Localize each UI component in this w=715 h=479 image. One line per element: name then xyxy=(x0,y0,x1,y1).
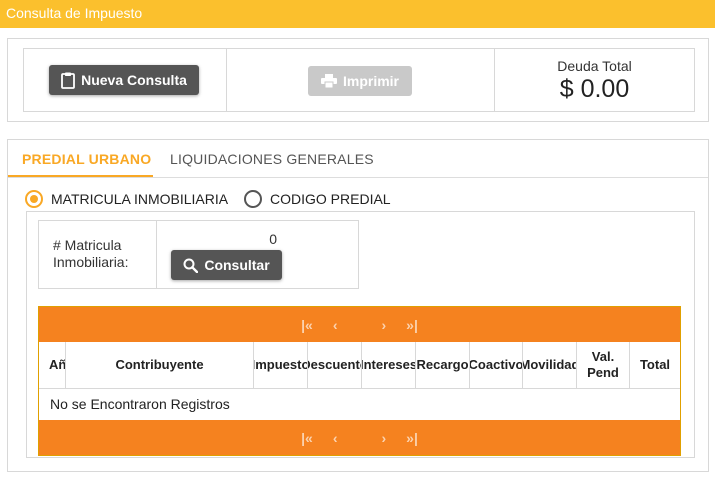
prev-page-icon[interactable]: ‹ xyxy=(333,430,338,446)
pager-bottom: |« ‹ › »| xyxy=(39,420,680,455)
debt-label: Deuda Total xyxy=(557,58,632,74)
search-field-cell: 0 Consultar xyxy=(157,221,358,288)
search-label: # Matricula Inmobiliaria: xyxy=(53,237,129,270)
print-cell: Imprimir xyxy=(226,49,494,111)
debt-cell: Deuda Total $ 0.00 xyxy=(494,49,694,111)
main-panel: PREDIAL URBANO LIQUIDACIONES GENERALES M… xyxy=(7,139,709,472)
radio-matricula[interactable]: MATRICULA INMOBILIARIA xyxy=(25,188,228,210)
debt-value: $ 0.00 xyxy=(559,75,630,103)
col-contribuyente[interactable]: Contribuyente xyxy=(66,342,254,388)
radio-codigo-label: CODIGO PREDIAL xyxy=(270,191,391,207)
col-val-pend[interactable]: Val. Pend xyxy=(577,342,630,388)
col-intereses[interactable]: Intereses xyxy=(362,342,416,388)
print-label: Imprimir xyxy=(342,73,399,89)
radio-checked-icon[interactable] xyxy=(25,190,43,208)
search-box: # Matricula Inmobiliaria: 0 Consultar xyxy=(38,220,359,289)
new-query-button[interactable]: Nueva Consulta xyxy=(49,65,199,95)
results-grid: |« ‹ › »| Año Contribuyente Impuesto Des… xyxy=(38,306,681,456)
col-ano[interactable]: Año xyxy=(39,342,66,388)
col-impuesto[interactable]: Impuesto xyxy=(254,342,308,388)
matricula-input[interactable]: 0 xyxy=(269,231,277,247)
first-page-icon[interactable]: |« xyxy=(301,317,313,333)
col-movilidad[interactable]: Movilidad xyxy=(523,342,577,388)
new-query-cell: Nueva Consulta xyxy=(24,49,226,111)
last-page-icon[interactable]: »| xyxy=(406,317,418,333)
col-total[interactable]: Total xyxy=(630,342,680,388)
next-page-icon[interactable]: › xyxy=(382,317,387,333)
consult-label: Consultar xyxy=(204,257,270,273)
prev-page-icon[interactable]: ‹ xyxy=(333,317,338,333)
next-page-icon[interactable]: › xyxy=(382,430,387,446)
col-coactivo[interactable]: Coactivo xyxy=(470,342,523,388)
search-label-cell: # Matricula Inmobiliaria: xyxy=(39,221,157,288)
radio-codigo-predial[interactable]: CODIGO PREDIAL xyxy=(244,188,391,210)
title-bar: Consulta de Impuesto xyxy=(0,0,715,28)
window-title: Consulta de Impuesto xyxy=(6,5,143,21)
table-header: Año Contribuyente Impuesto Descuento Int… xyxy=(39,342,680,389)
consult-button[interactable]: Consultar xyxy=(171,250,282,280)
active-tab-indicator xyxy=(8,175,153,177)
clipboard-icon xyxy=(61,72,75,89)
first-page-icon[interactable]: |« xyxy=(301,430,313,446)
summary-cells: Nueva Consulta Imprimir Deuda Total $ 0.… xyxy=(23,48,695,112)
last-page-icon[interactable]: »| xyxy=(406,430,418,446)
printer-icon xyxy=(320,74,337,88)
radio-unchecked-icon[interactable] xyxy=(244,190,262,208)
search-icon xyxy=(183,258,199,273)
results-area: # MatriculaInmobiliaria: 0 Consultar |« xyxy=(26,211,695,458)
empty-row: No se Encontraron Registros xyxy=(39,389,680,420)
empty-message: No se Encontraron Registros xyxy=(50,396,230,412)
col-descuento[interactable]: Descuento xyxy=(308,342,362,388)
summary-panel: Nueva Consulta Imprimir Deuda Total $ 0.… xyxy=(7,38,709,122)
new-query-label: Nueva Consulta xyxy=(81,72,187,88)
tab-liquidaciones-generales[interactable]: LIQUIDACIONES GENERALES xyxy=(170,151,374,167)
tab-predial-urbano[interactable]: PREDIAL URBANO xyxy=(22,151,151,167)
radio-matricula-label: MATRICULA INMOBILIARIA xyxy=(51,191,229,207)
col-recargo[interactable]: Recargo xyxy=(416,342,470,388)
print-button[interactable]: Imprimir xyxy=(308,66,412,96)
pager-top: |« ‹ › »| xyxy=(39,307,680,342)
tab-bar: PREDIAL URBANO LIQUIDACIONES GENERALES xyxy=(8,140,708,178)
